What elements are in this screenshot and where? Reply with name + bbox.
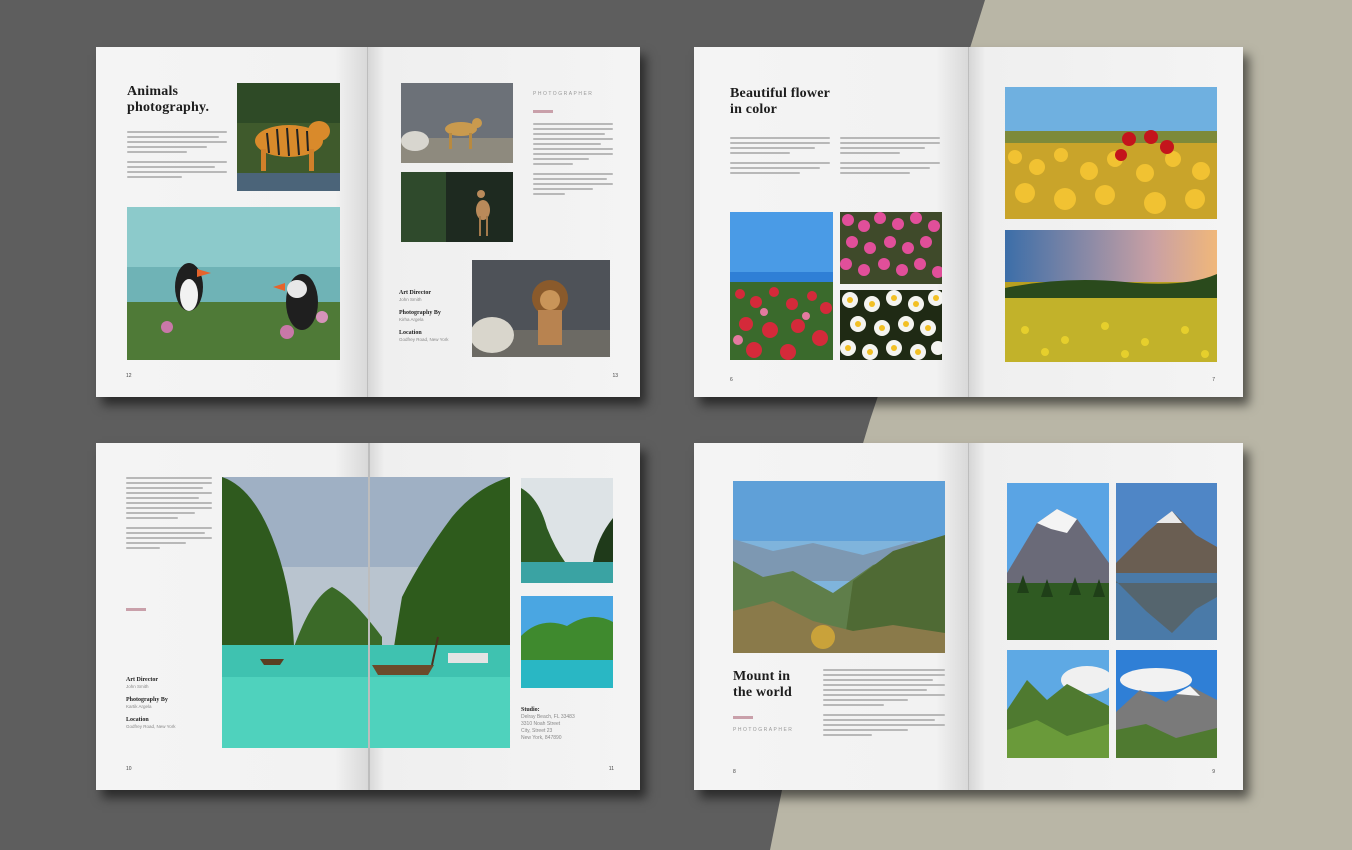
art-director-label: Art Director [126,677,159,683]
page-number-right: 13 [612,373,618,379]
animals-title: Animals photography. [127,84,210,115]
animals-right-text [533,123,613,198]
accent-bar [733,716,753,719]
mountains-right-page: 9 [968,443,1243,790]
page-number-left: 8 [733,769,736,775]
photography-label: Photography By [126,697,168,703]
animals-right-page: PHOTOGRAPHER Art Director John Smith Pho… [368,47,640,397]
page-number-left: 10 [126,766,132,772]
flowers-text-col1 [730,137,830,177]
lion-photo [472,260,610,357]
page-number-left: 6 [730,377,733,383]
photography-value: Kartik Argela [126,704,152,709]
spine [368,443,370,790]
page-number-left: 12 [126,373,132,379]
mountains-body-text [823,669,945,739]
page-number-right: 11 [608,766,614,772]
studio-label: Studio: [521,707,540,713]
studio-line: 3310 Noah Street [521,721,561,727]
photographer-label: PHOTOGRAPHER [733,727,794,733]
mountains-left-page: Mount in the world PHOTOGRAPHER 8 [694,443,969,790]
daisies-photo [840,290,942,360]
page-number-right: 9 [1212,769,1215,775]
island-small-bottom-photo [521,596,613,688]
studio-address: Studio: Delray Beach, FL 33483 3310 Noah… [521,707,575,742]
puffins-photo [127,207,340,360]
photographer-label: PHOTOGRAPHER [533,91,594,97]
flowers-spread: Beautiful flower in color 6 7 [694,47,1243,397]
animals-spread: Animals photography. 12 PHOTOGRAPHER Art… [96,47,640,397]
red-flowers-photo [730,212,833,360]
accent-bar [126,608,146,611]
islands-body-text [126,477,212,552]
lagoon-panorama-photo [222,477,510,748]
island-small-top-photo [521,478,613,583]
islands-credits: Art Director John Smith Photography By K… [126,677,176,737]
accent-bar [533,110,553,113]
flowers-right-page: 7 [968,47,1243,397]
studio-line: Delray Beach, FL 33483 [521,714,575,720]
location-value: Godfrey Road, New York [126,724,176,729]
flowers-title: Beautiful flower in color [730,86,831,117]
flowers-text-col2 [840,137,940,177]
pink-flowers-photo [840,212,942,284]
photography-label: Photography By [399,310,441,316]
page-number-right: 7 [1212,377,1215,383]
animals-credits: Art Director John Smith Photography By K… [399,290,449,350]
animals-body-text [127,131,227,181]
art-director-value: John Smith [399,297,422,302]
meadow-sunset-photo [1004,230,1217,362]
studio-line: City, Street 23 [521,728,553,734]
islands-spread: Art Director John Smith Photography By K… [96,443,640,790]
snowy-peak-photo [1006,483,1109,640]
location-label: Location [126,717,149,723]
flowers-left-page: Beautiful flower in color 6 [694,47,969,397]
art-director-label: Art Director [399,290,432,296]
location-value: Godfrey Road, New York [399,337,449,342]
tiger-photo [237,83,340,191]
photography-value: Kirha Argela [399,317,424,322]
green-hills-photo [1006,650,1109,758]
cloudy-peaks-photo [1115,650,1217,758]
animals-left-page: Animals photography. 12 [96,47,368,397]
mountains-spread: Mount in the world PHOTOGRAPHER 8 9 [694,443,1243,790]
cheetah-photo [401,83,513,163]
deer-photo [401,172,513,242]
location-label: Location [399,330,422,336]
mountains-title: Mount in the world [733,669,792,700]
valley-mountains-photo [733,481,945,653]
art-director-value: John Smith [126,684,149,689]
lake-reflection-photo [1115,483,1217,640]
studio-line: New York, 847890 [521,735,562,741]
tulip-field-photo [1004,87,1217,219]
